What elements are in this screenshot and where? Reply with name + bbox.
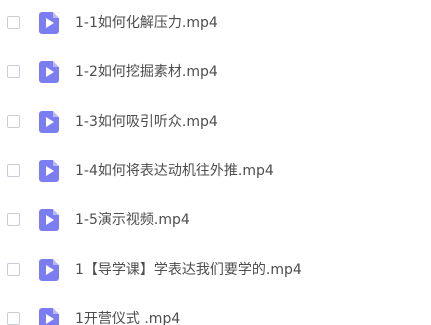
row-checkbox[interactable] [7,16,20,29]
file-row[interactable]: 1-4如何将表达动机往外推.mp4 [0,152,431,192]
video-file-icon [39,61,59,83]
row-checkbox[interactable] [7,65,20,78]
row-checkbox[interactable] [7,213,20,226]
file-name[interactable]: 1-5演示视频.mp4 [75,210,190,230]
video-file-icon [39,209,59,231]
file-name[interactable]: 1开营仪式 .mp4 [75,309,180,325]
file-name[interactable]: 1-4如何将表达动机往外推.mp4 [75,161,274,181]
file-name[interactable]: 1-2如何挖掘素材.mp4 [75,62,218,82]
row-checkbox[interactable] [7,263,20,276]
video-file-icon [39,12,59,34]
file-list: 1-1如何化解压力.mp4 1-2如何挖掘素材.mp4 1-3如何吸引听众.mp… [0,0,431,325]
video-file-icon [39,160,59,182]
file-row[interactable]: 1-1如何化解压力.mp4 [0,4,431,44]
file-name[interactable]: 1-1如何化解压力.mp4 [75,13,218,33]
video-file-icon [39,308,59,325]
video-file-icon [39,111,59,133]
row-checkbox[interactable] [7,312,20,325]
row-checkbox[interactable] [7,164,20,177]
file-row[interactable]: 1【导学课】学表达我们要学的.mp4 [0,251,431,291]
file-row[interactable]: 1-5演示视频.mp4 [0,201,431,241]
file-name[interactable]: 1-3如何吸引听众.mp4 [75,112,218,132]
file-row[interactable]: 1-3如何吸引听众.mp4 [0,103,431,143]
file-row[interactable]: 1-2如何挖掘素材.mp4 [0,53,431,93]
row-checkbox[interactable] [7,115,20,128]
video-file-icon [39,259,59,281]
file-name[interactable]: 1【导学课】学表达我们要学的.mp4 [75,260,302,280]
file-row[interactable]: 1开营仪式 .mp4 [0,300,431,325]
